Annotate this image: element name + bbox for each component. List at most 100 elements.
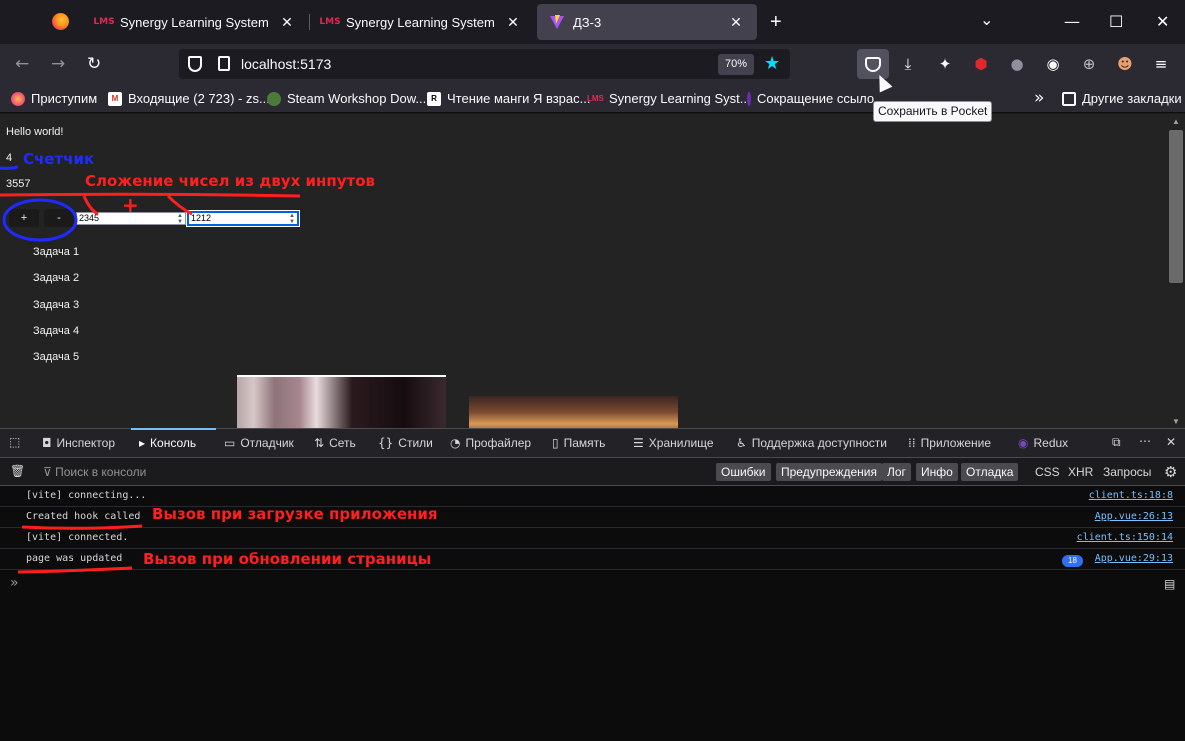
devtools-tab-label: Консоль [150, 436, 197, 450]
console-source-link[interactable]: App.vue:26:13 [1095, 511, 1173, 522]
console-source-link[interactable]: client.ts:150:14 [1077, 532, 1173, 543]
filter-xhr[interactable]: XHR [1068, 465, 1093, 479]
devtools-active-indicator [131, 428, 216, 430]
console-source-link[interactable]: client.ts:18:8 [1089, 490, 1173, 501]
bookmark-label: Synergy Learning Syst... [609, 91, 751, 106]
devtools-tab-application[interactable]: ⁞⁞ Приложение [908, 436, 991, 450]
list-item: Задача 5 [33, 351, 80, 363]
redux-icon: ◉ [1018, 436, 1029, 450]
extensions-icon[interactable]: ✦ [935, 54, 955, 74]
level-info[interactable]: Инфо [916, 463, 958, 481]
firefox-icon [11, 91, 25, 106]
level-debug[interactable]: Отладка [961, 463, 1019, 481]
extension-owl-icon[interactable]: ☻ [1115, 54, 1135, 74]
devtools-tab-label: Профайлер [465, 436, 532, 450]
tab-title: Synergy Learning System [120, 14, 269, 30]
devtools-tab-accessibility[interactable]: ♿ Поддержка доступности [736, 436, 887, 450]
list-item: Задача 3 [33, 299, 80, 311]
devtools-tab-network[interactable]: ⇅ Сеть [314, 436, 356, 450]
devtools-tab-debugger[interactable]: ▭ Отладчик [224, 436, 294, 450]
page-scrollbar-thumb[interactable] [1169, 130, 1183, 283]
console-icon: ▸ [139, 436, 146, 450]
repeat-count-badge: 18 [1062, 555, 1083, 567]
scroll-up-icon[interactable]: ▲ [1172, 117, 1180, 126]
network-icon: ⇅ [314, 436, 325, 450]
tab-synergy-1[interactable]: LMS Synergy Learning System ✕ [84, 4, 308, 40]
devtools-options-icon[interactable]: ⋯ [1139, 434, 1151, 448]
console-source-link[interactable]: App.vue:29:13 [1095, 553, 1173, 564]
devtools-tab-styles[interactable]: {} Стили [378, 436, 433, 450]
devtools-tab-label: Приложение [920, 436, 992, 450]
page-info-icon[interactable] [218, 56, 230, 71]
list-all-tabs-icon[interactable]: ⌄ [980, 10, 993, 29]
console-filter-input[interactable]: ⊽ Поиск в консоли [43, 465, 146, 479]
tab-dz3[interactable]: ДЗ-3 ✕ [537, 4, 757, 40]
extension-vpn-icon[interactable]: ◉ [1043, 54, 1063, 74]
devtools-tab-label: Сеть [329, 436, 356, 450]
split-console-icon[interactable]: ▤ [1164, 577, 1175, 591]
inspector-icon: ◘ [42, 436, 52, 450]
close-devtools-icon[interactable]: ✕ [1166, 435, 1176, 449]
downloads-icon[interactable]: ⤓ [898, 54, 918, 74]
close-tab-icon[interactable]: ✕ [504, 14, 522, 31]
back-icon[interactable]: ← [15, 54, 29, 74]
clear-console-icon[interactable]: 🗑 [10, 464, 25, 478]
ublock-icon[interactable]: ⬢ [971, 54, 991, 74]
list-item: Задача 2 [33, 272, 80, 284]
filter-css[interactable]: CSS [1035, 465, 1060, 479]
filter-placeholder: Поиск в консоли [55, 465, 147, 479]
console-input-prompt[interactable]: » [10, 575, 19, 591]
tab-synergy-2[interactable]: LMS Synergy Learning System ✕ [310, 4, 534, 40]
bookmark-star-icon[interactable]: ★ [764, 53, 780, 74]
scroll-down-icon[interactable]: ▼ [1172, 417, 1180, 426]
application-icon: ⁞⁞ [908, 436, 916, 450]
devtools-tab-inspector[interactable]: ◘ Инспектор [42, 436, 115, 450]
bookmark-label: Сокращение ссылок [757, 91, 875, 106]
new-tab-icon[interactable]: + [770, 12, 782, 32]
tracking-protection-icon[interactable] [188, 56, 202, 72]
bookmark-item[interactable]: Steam Workshop Dow... [267, 91, 426, 106]
page-image-1 [237, 375, 446, 435]
devtools-tab-storage[interactable]: ☰ Хранилище [633, 436, 714, 450]
maximize-icon[interactable]: ☐ [1109, 12, 1123, 31]
more-bookmarks-icon[interactable]: » [1034, 88, 1044, 108]
element-picker-icon[interactable]: ⬚ [9, 435, 25, 449]
other-bookmarks[interactable]: Другие закладки [1062, 91, 1182, 106]
manga-icon: R [427, 91, 441, 106]
devtools-tab-label: Стили [398, 436, 433, 450]
extension-globe-icon[interactable]: ⊕ [1079, 54, 1099, 74]
zoom-level[interactable]: 70% [718, 54, 754, 75]
memory-icon: ▯ [552, 436, 559, 450]
devtools-tab-label: Память [563, 436, 606, 450]
reload-icon[interactable]: ↻ [87, 54, 101, 74]
close-window-icon[interactable]: ✕ [1156, 12, 1169, 31]
extension-planet-icon[interactable]: ● [1007, 54, 1027, 74]
bookmark-item[interactable]: LMS Synergy Learning Syst... [587, 91, 751, 106]
bookmark-item[interactable]: Приступим [11, 91, 97, 106]
url-text[interactable]: localhost:5173 [241, 56, 331, 72]
close-tab-icon[interactable]: ✕ [278, 14, 296, 31]
close-tab-icon[interactable]: ✕ [727, 14, 745, 31]
devtools-tab-console[interactable]: ▸ Консоль [139, 436, 196, 450]
debugger-icon: ▭ [224, 436, 236, 450]
devtools-tab-profiler[interactable]: ◔ Профайлер [450, 436, 531, 450]
level-errors[interactable]: Ошибки [716, 463, 771, 481]
devtools-tab-redux[interactable]: ◉ Redux [1018, 436, 1068, 450]
filter-requests[interactable]: Запросы [1103, 465, 1151, 479]
forward-icon[interactable]: → [51, 54, 65, 74]
bookmark-item[interactable]: M Входящие (2 723) - zs... [108, 91, 270, 106]
menu-icon[interactable]: ≡ [1151, 54, 1171, 74]
bookmark-label: Входящие (2 723) - zs... [128, 91, 270, 106]
firefox-view-icon[interactable] [52, 13, 69, 30]
bookmark-item[interactable]: Сокращение ссылок [747, 91, 875, 106]
minimize-icon[interactable]: — [1064, 12, 1080, 31]
bookmark-item[interactable]: R Чтение манги Я взрас... [427, 91, 590, 106]
bookmark-label: Steam Workshop Dow... [287, 91, 427, 106]
level-log[interactable]: Лог [882, 463, 911, 481]
devtools-tab-memory[interactable]: ▯ Память [552, 436, 605, 450]
level-warnings[interactable]: Предупреждения [776, 463, 882, 481]
console-settings-icon[interactable]: ⚙ [1164, 463, 1177, 481]
devtools-tab-label: Redux [1033, 436, 1069, 450]
link-icon [747, 91, 751, 106]
dock-side-icon[interactable]: ⧉ [1112, 435, 1121, 450]
